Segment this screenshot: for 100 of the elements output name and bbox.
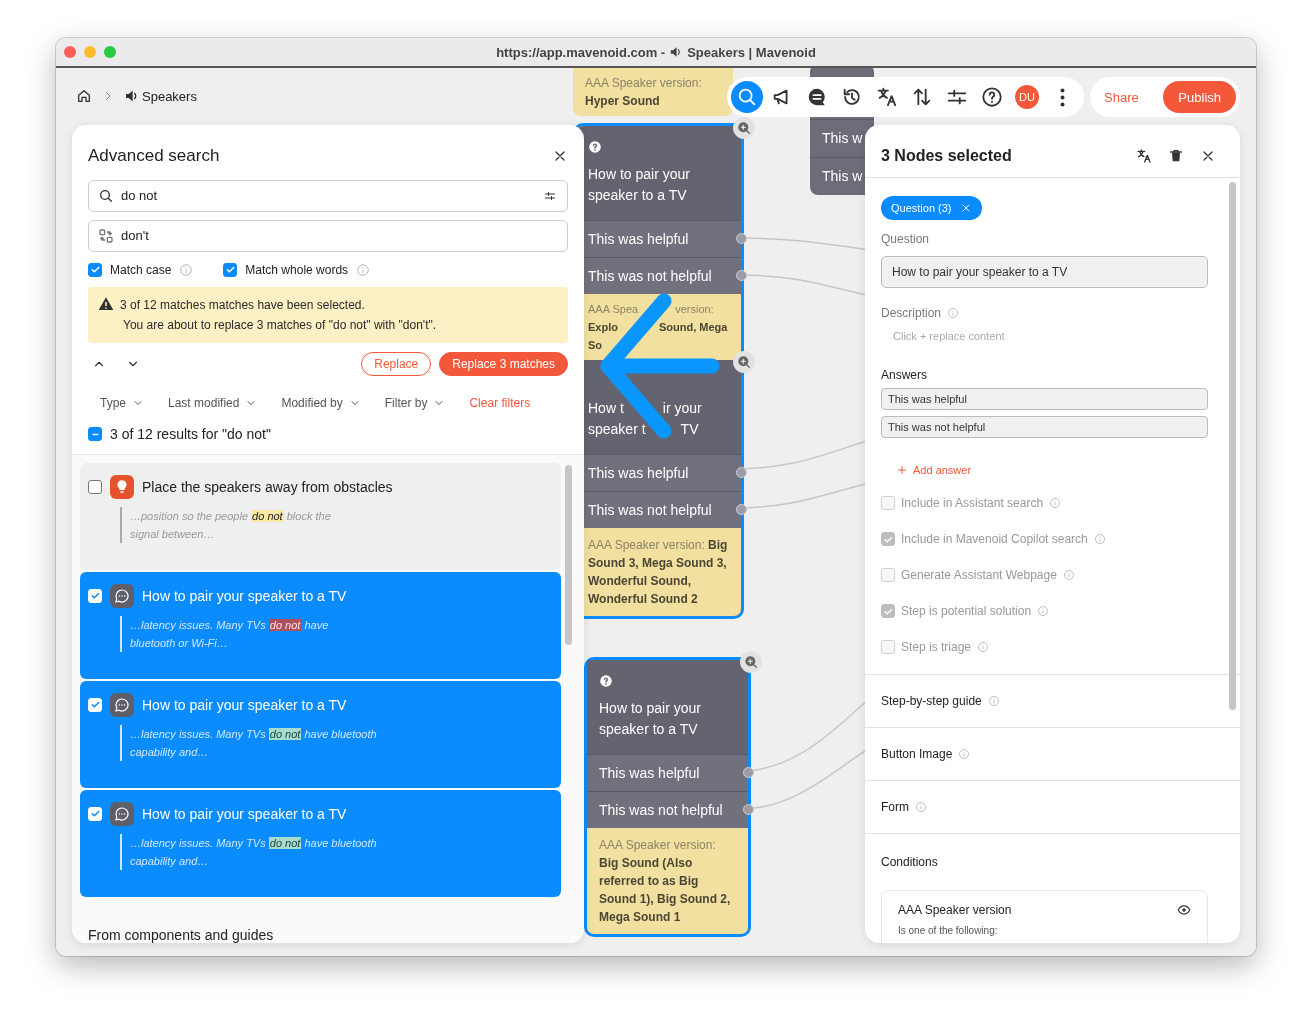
option-label: Generate Assistant Webpage	[901, 568, 1057, 582]
checkbox[interactable]	[88, 262, 102, 277]
info-icon[interactable]	[958, 748, 971, 760]
option-label: Match case	[110, 262, 172, 277]
question-field[interactable]: How to pair your speaker to a TV	[881, 256, 1208, 288]
condition-title: AAA Speaker version	[898, 903, 1012, 917]
add-node-button[interactable]	[733, 117, 755, 139]
answer-field[interactable]: This was helpful	[881, 388, 1208, 410]
answer-row[interactable]: This was helpful	[587, 754, 748, 791]
info-icon[interactable]	[356, 262, 371, 277]
bulb-icon	[110, 475, 134, 499]
add-node-button[interactable]	[740, 651, 762, 673]
close-window-button[interactable]	[64, 46, 76, 58]
option-label: Include in Mavenoid Copilot search	[901, 532, 1088, 546]
question-icon	[599, 674, 613, 688]
result-snippet: …latency issues. Many TVs do not have bluetooth capability and…	[120, 834, 553, 870]
add-answer-button[interactable]: Add answer	[881, 464, 972, 476]
filter-dropdown[interactable]: Filter by	[384, 396, 446, 411]
section-heading: From components and guides	[87, 927, 275, 943]
result-title: How to pair your speaker to a TV	[142, 806, 347, 822]
info-icon[interactable]	[987, 695, 1000, 707]
result-item[interactable]: How to pair your speaker to a TV …latency issues. Many TVs do not have bluetooth capability and…	[80, 681, 561, 788]
check-icon	[89, 590, 101, 602]
info-icon[interactable]	[977, 641, 990, 653]
translate-icon	[876, 86, 898, 108]
filter-dropdown[interactable]: Last modified	[168, 396, 258, 411]
info-icon[interactable]	[1037, 605, 1050, 617]
condition-label: AAA Spea	[588, 302, 639, 317]
share-button[interactable]: Share	[1096, 83, 1147, 111]
section-title[interactable]: Step-by-step guide	[881, 694, 982, 708]
breadcrumb-item[interactable]: Speakers	[142, 88, 197, 104]
replace-button[interactable]: Replace	[361, 351, 432, 376]
info-icon[interactable]	[179, 262, 194, 277]
chat-icon	[806, 86, 828, 108]
info-icon[interactable]	[1093, 533, 1106, 545]
scrollbar[interactable]	[565, 465, 572, 645]
replace-field[interactable]: don't	[88, 219, 568, 252]
filter-chip[interactable]: Question (3)	[881, 196, 982, 220]
description-field[interactable]: Click + replace content	[881, 328, 1093, 344]
node-title: How to pair your speaker to a TV	[588, 165, 691, 205]
result-snippet: …latency issues. Many TVs do not have bluetooth capability and…	[120, 725, 553, 761]
port-dot[interactable]	[736, 233, 747, 244]
chat-icon	[110, 693, 134, 717]
search-field[interactable]: do not	[88, 179, 568, 212]
user-avatar[interactable]: DU	[1015, 85, 1039, 109]
condition-value: Sound, Mega	[658, 320, 728, 335]
node-header[interactable]: How to pair your speaker to a TV	[576, 126, 741, 220]
more-icon	[1059, 87, 1065, 107]
eye-icon[interactable]	[1177, 903, 1191, 917]
section-title: Conditions	[881, 855, 938, 869]
port-dot[interactable]	[743, 804, 754, 815]
condition-subtitle: Is one of the following:	[898, 925, 999, 936]
field-label: Answers	[881, 368, 927, 382]
result-item[interactable]: Place the speakers away from obstacles …position so the people do not block the signal between…	[80, 463, 561, 570]
info-icon[interactable]	[1062, 569, 1075, 581]
sliders-icon[interactable]	[544, 189, 556, 202]
answer-field[interactable]: This was not helpful	[881, 416, 1208, 438]
filter-dropdown[interactable]: Type	[100, 396, 144, 411]
info-icon[interactable]	[947, 307, 960, 319]
condition-note: AAA Speaker version: Big Sound (Also referred to as Big Sound 1), Big Sound 2, Mega Sound 1	[587, 828, 748, 934]
clear-filters-link[interactable]: Clear filters	[469, 396, 531, 411]
option-label: Match whole words	[245, 262, 349, 277]
section-title[interactable]: Button Image	[881, 747, 953, 761]
option-label: Step is triage	[901, 640, 972, 654]
history-icon	[841, 86, 863, 108]
check-icon	[89, 808, 101, 820]
port-dot[interactable]	[743, 767, 754, 778]
condition-value: So	[588, 338, 603, 353]
info-icon[interactable]	[1049, 497, 1062, 509]
swap-icon	[98, 227, 114, 244]
answer-row[interactable]: This was not helpful	[587, 791, 748, 828]
replace-all-button[interactable]: Replace 3 matches	[439, 351, 568, 376]
zoom-window-button[interactable]	[104, 46, 116, 58]
result-snippet: …position so the people do not block the signal between…	[120, 507, 553, 543]
help-icon	[981, 86, 1003, 108]
port-dot[interactable]	[736, 504, 747, 515]
search-icon	[98, 187, 114, 204]
result-title: How to pair your speaker to a TV	[142, 697, 347, 713]
result-item[interactable]: How to pair your speaker to a TV …latency issues. Many TVs do not have bluetooth capability and…	[80, 790, 561, 897]
trash-icon[interactable]	[1168, 148, 1184, 164]
field-label: Question	[881, 231, 930, 248]
info-icon[interactable]	[915, 801, 927, 813]
result-item[interactable]: How to pair your speaker to a TV …latency issues. Many TVs do not have bluetooth or Wi-Fi…	[80, 572, 561, 679]
publish-button[interactable]: Publish	[1163, 81, 1236, 113]
translate-icon[interactable]	[1136, 148, 1152, 164]
port-dot[interactable]	[736, 270, 747, 281]
node-header[interactable]: How to pair your speaker to a TV	[587, 660, 748, 754]
check-icon	[89, 264, 101, 276]
checkbox[interactable]	[88, 480, 102, 494]
section-title[interactable]: Form	[881, 800, 909, 814]
filter-dropdown[interactable]: Modified by	[281, 396, 361, 411]
select-all-checkbox[interactable]	[88, 427, 102, 442]
chat-icon	[110, 802, 134, 826]
add-node-button[interactable]	[733, 351, 755, 373]
condition-value: Explo	[588, 320, 618, 335]
home-icon[interactable]	[76, 88, 92, 104]
port-dot[interactable]	[736, 467, 747, 478]
scrollbar[interactable]	[1229, 182, 1236, 710]
sort-icon	[911, 86, 933, 108]
checkbox[interactable]	[223, 262, 238, 277]
